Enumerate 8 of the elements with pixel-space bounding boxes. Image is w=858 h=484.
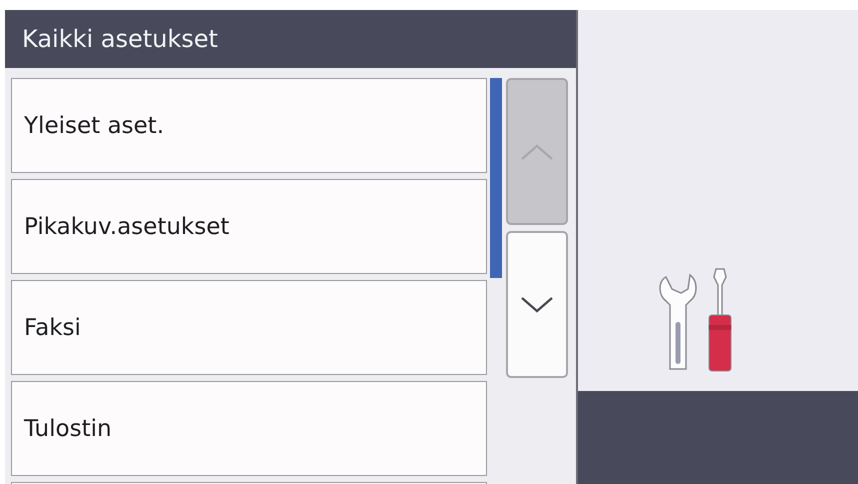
- menu-item[interactable]: Pikakuv.asetukset: [11, 179, 487, 274]
- scroll-down-button[interactable]: [506, 231, 568, 378]
- menu-item[interactable]: Faksi: [11, 280, 487, 375]
- chevron-up-icon: [520, 142, 554, 160]
- chevron-down-icon: [520, 296, 554, 314]
- menu-item[interactable]: Yleiset aset.: [11, 78, 487, 173]
- menu-item[interactable]: Tulostin: [11, 381, 487, 476]
- screen-title: Kaikki asetukset: [22, 25, 218, 53]
